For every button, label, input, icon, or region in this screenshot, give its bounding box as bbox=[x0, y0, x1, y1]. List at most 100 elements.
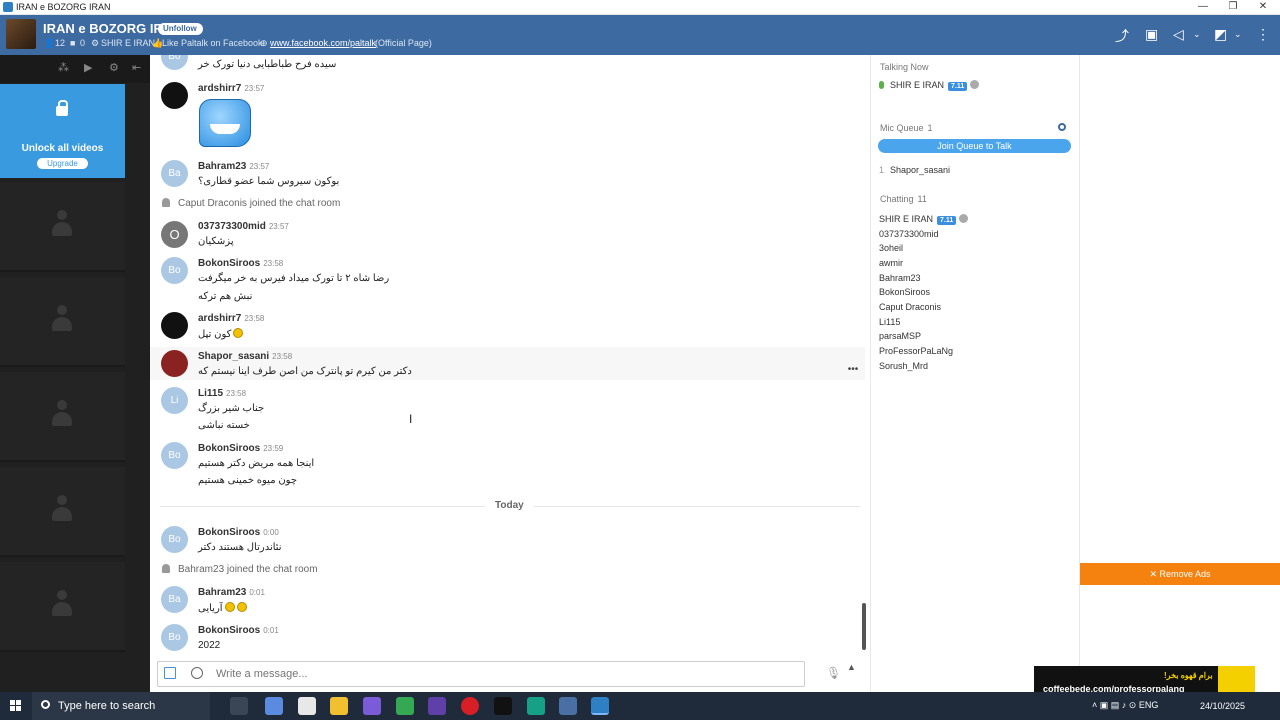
paltalk-icon[interactable] bbox=[591, 697, 609, 715]
queue-user[interactable]: Shapor_sasani bbox=[890, 165, 950, 175]
user-list-item[interactable]: BokonSiroos bbox=[879, 287, 930, 297]
user-list-item[interactable]: ProFessorPaLaNg bbox=[879, 346, 953, 356]
username[interactable]: Bahram23 bbox=[198, 161, 246, 172]
talker-name[interactable]: SHIR E IRAN bbox=[890, 80, 944, 90]
share-icon[interactable]: ⤴ bbox=[1115, 26, 1129, 46]
file-explorer-icon[interactable] bbox=[330, 697, 348, 715]
language-indicator[interactable]: ENG bbox=[1139, 700, 1159, 710]
username[interactable]: BokonSiroos bbox=[198, 527, 260, 538]
username[interactable]: BokonSiroos bbox=[198, 258, 260, 269]
avatar[interactable]: Bo bbox=[161, 526, 188, 553]
user-list-item[interactable]: Bahram23 bbox=[879, 273, 921, 283]
copilot-icon[interactable] bbox=[265, 697, 283, 715]
video-slot[interactable] bbox=[0, 277, 125, 367]
user-list-item[interactable]: SHIR E IRAN bbox=[879, 214, 933, 224]
file-icon[interactable] bbox=[298, 697, 316, 715]
taskbar: Type here to search ˄ ▣ ▤ ♪ ⊙ ENG 24/10/… bbox=[0, 692, 1280, 720]
chrome-icon[interactable] bbox=[396, 697, 414, 715]
app-icon[interactable] bbox=[559, 697, 577, 715]
speaker-icon[interactable]: ◁ bbox=[1173, 26, 1184, 43]
video-slot[interactable] bbox=[0, 182, 125, 272]
join-queue-button[interactable]: Join Queue to Talk bbox=[878, 139, 1071, 153]
avatar[interactable]: Bo bbox=[161, 442, 188, 469]
user-list-item[interactable]: 3oheil bbox=[879, 243, 903, 253]
cam-users-icon[interactable]: ⁂ bbox=[58, 61, 69, 74]
username[interactable]: Shapor_sasani bbox=[198, 351, 269, 362]
username[interactable]: ardshirr7 bbox=[198, 83, 241, 94]
avatar[interactable] bbox=[161, 82, 188, 109]
chat-log[interactable]: Bo سیده فرح طباطبایی دنیا تورک خر ardshi… bbox=[150, 55, 870, 692]
users-icon: 👤 bbox=[44, 38, 56, 48]
video-slot[interactable] bbox=[0, 562, 125, 652]
emoji-icon bbox=[224, 602, 235, 612]
username[interactable]: Bahram23 bbox=[198, 587, 246, 598]
mic-muted-icon[interactable]: 🎙 bbox=[826, 666, 841, 680]
message-text: پزشکیان bbox=[198, 236, 234, 247]
message-input[interactable] bbox=[157, 661, 805, 687]
username[interactable]: Li115 bbox=[198, 388, 223, 399]
opera-icon[interactable] bbox=[461, 697, 479, 715]
remove-ads-button[interactable]: ✕ Remove Ads bbox=[1080, 563, 1280, 585]
avatar[interactable]: Li bbox=[161, 387, 188, 414]
timestamp: 23:57 bbox=[244, 84, 265, 93]
more-menu-icon[interactable]: ⋮ bbox=[1256, 26, 1270, 43]
unlock-videos-card[interactable]: Unlock all videos Upgrade bbox=[0, 84, 125, 178]
layout-dropdown-icon[interactable]: ⌄ bbox=[1234, 29, 1242, 40]
avatar[interactable]: Bo bbox=[161, 257, 188, 284]
unfollow-button[interactable]: Unfollow bbox=[158, 23, 203, 35]
avatar[interactable]: Bo bbox=[161, 55, 188, 70]
windows-start-icon[interactable] bbox=[10, 700, 22, 712]
collapse-panel-icon[interactable]: ⇤ bbox=[132, 61, 141, 74]
avatar[interactable]: Ba bbox=[161, 586, 188, 613]
app-icon[interactable] bbox=[494, 697, 512, 715]
owner-icon: ⚙ bbox=[91, 38, 100, 48]
taskbar-date[interactable]: 24/10/2025 bbox=[1200, 701, 1245, 711]
room-thumbnail[interactable] bbox=[6, 19, 36, 49]
avatar[interactable]: Bo bbox=[161, 624, 188, 651]
video-settings-icon[interactable]: ⚙ bbox=[109, 61, 119, 74]
cam-off-icon[interactable]: ▶ bbox=[84, 61, 92, 74]
search-icon bbox=[41, 700, 50, 709]
gift-icon[interactable] bbox=[164, 667, 176, 679]
user-list-item[interactable]: Sorush_Mrd bbox=[879, 361, 928, 371]
username[interactable]: ardshirr7 bbox=[198, 313, 241, 324]
app-icon[interactable] bbox=[527, 697, 545, 715]
gift-icon[interactable]: ▣ bbox=[1145, 26, 1158, 43]
app-icon[interactable] bbox=[428, 697, 446, 715]
chevron-up-icon[interactable]: ▲ bbox=[847, 662, 856, 672]
user-list-item[interactable]: awmir bbox=[879, 258, 903, 268]
avatar[interactable]: Ba bbox=[161, 160, 188, 187]
user-list-item[interactable]: Li115 bbox=[879, 317, 900, 327]
speaker-dropdown-icon[interactable]: ⌄ bbox=[1193, 29, 1201, 40]
upgrade-button[interactable]: Upgrade bbox=[37, 158, 88, 169]
video-slot[interactable] bbox=[0, 467, 125, 557]
username[interactable]: BokonSiroos bbox=[198, 443, 260, 454]
user-list-item[interactable]: 037373300mid bbox=[879, 229, 939, 239]
more-options-icon[interactable]: ••• bbox=[845, 365, 861, 377]
chat-scrollbar[interactable] bbox=[862, 603, 866, 650]
layout-icon[interactable]: ◩ bbox=[1214, 26, 1227, 43]
close-button[interactable]: ✕ bbox=[1248, 0, 1278, 15]
task-view-icon[interactable] bbox=[230, 697, 248, 715]
search-icon[interactable] bbox=[1058, 123, 1066, 131]
message-text: نئاندرتال هستند دکتر bbox=[198, 542, 282, 553]
username[interactable]: BokonSiroos bbox=[198, 625, 260, 636]
app-icon[interactable] bbox=[363, 697, 381, 715]
emoji-picker-icon[interactable] bbox=[191, 667, 203, 679]
maximize-button[interactable]: ❐ bbox=[1218, 0, 1248, 15]
username[interactable]: 037373300mid bbox=[198, 221, 266, 232]
avatar-placeholder-icon bbox=[52, 210, 72, 238]
taskbar-search[interactable]: Type here to search bbox=[32, 692, 210, 720]
avatar[interactable]: O bbox=[161, 221, 188, 248]
user-list-item[interactable]: Caput Draconis bbox=[879, 302, 941, 312]
avatar[interactable] bbox=[161, 350, 188, 377]
facebook-link[interactable]: www.facebook.com/paltalk bbox=[270, 38, 376, 48]
timestamp: 23:58 bbox=[272, 352, 293, 361]
message-text: اینجا همه مریض دکتر هستیم bbox=[198, 458, 315, 469]
avatar[interactable] bbox=[161, 312, 188, 339]
system-tray[interactable]: ˄ ▣ ▤ ♪ ⊙ ENG bbox=[1092, 700, 1158, 711]
avatar-placeholder-icon bbox=[52, 400, 72, 428]
video-slot[interactable] bbox=[0, 372, 125, 462]
minimize-button[interactable]: — bbox=[1188, 0, 1218, 15]
user-list-item[interactable]: parsaMSP bbox=[879, 331, 921, 341]
